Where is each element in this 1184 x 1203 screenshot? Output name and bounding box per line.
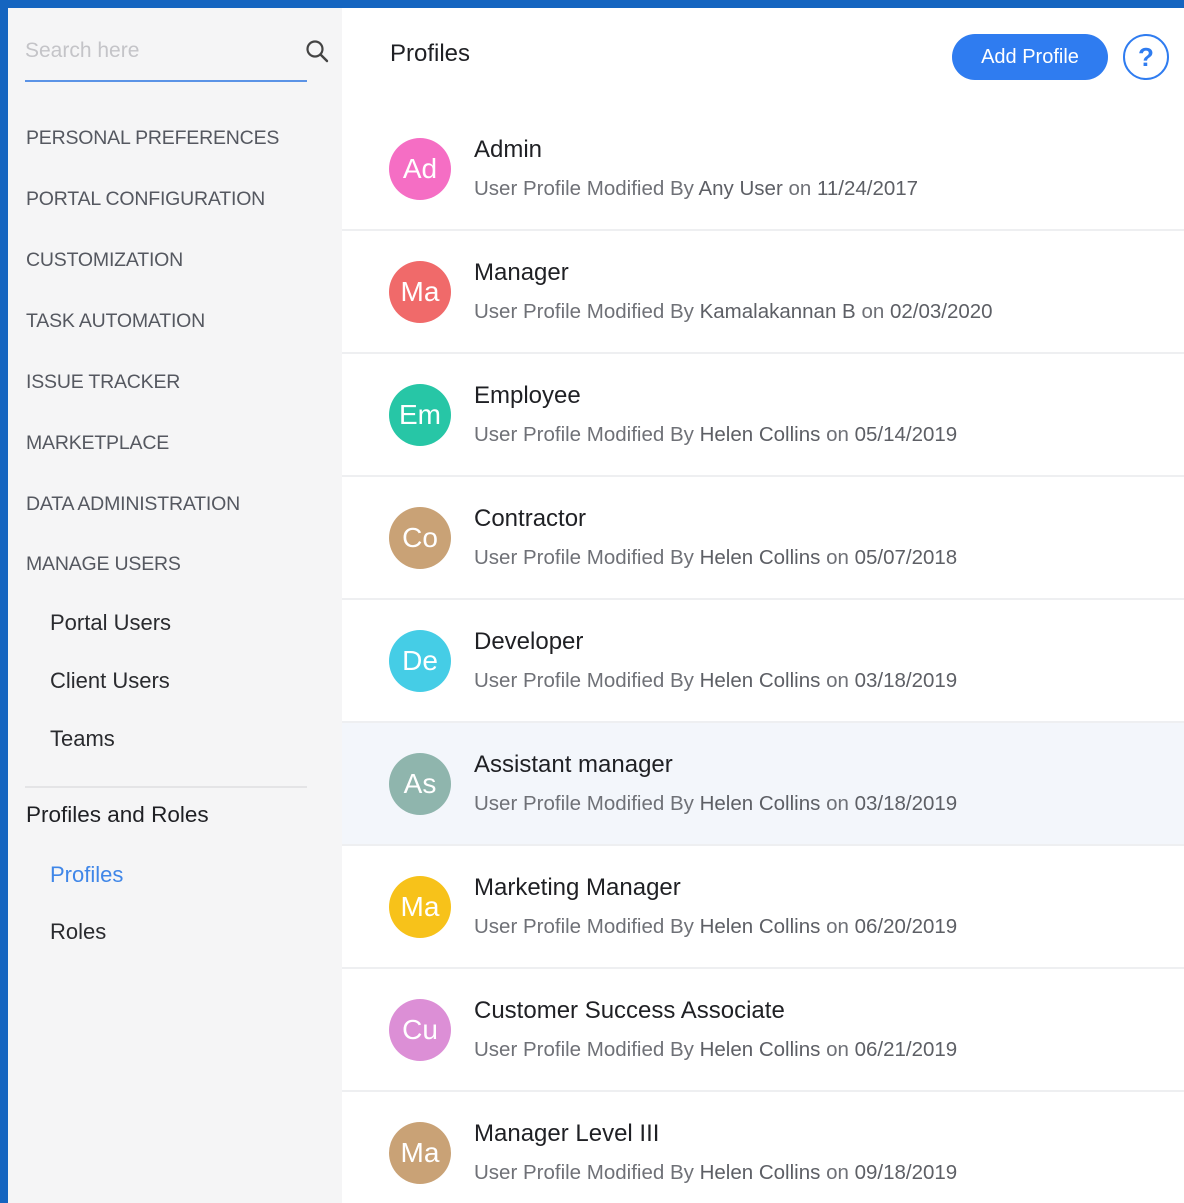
avatar: Em <box>389 384 451 446</box>
meta-user: Any User <box>698 177 783 200</box>
profile-name[interactable]: Customer Success Associate <box>474 997 785 1025</box>
meta-prefix: User Profile Modified By <box>474 792 694 815</box>
profile-meta: User Profile Modified By Helen Collins o… <box>474 1161 957 1185</box>
meta-on: on <box>861 300 885 323</box>
search-box <box>25 32 307 82</box>
profile-meta: User Profile Modified By Helen Collins o… <box>474 546 957 570</box>
nav-client-users[interactable]: Client Users <box>50 668 170 694</box>
meta-user: Helen Collins <box>699 1038 821 1061</box>
profile-row[interactable]: Ma Marketing Manager User Profile Modified… <box>342 846 1184 969</box>
avatar: Ma <box>389 1122 451 1184</box>
meta-date: 06/21/2019 <box>854 1038 958 1061</box>
meta-on: on <box>826 423 849 446</box>
search-input[interactable] <box>25 32 285 70</box>
profile-row[interactable]: De Developer User Profile Modified By Hele… <box>342 600 1184 723</box>
sidebar: PERSONAL PREFERENCES PORTAL CONFIGURATIO… <box>8 8 342 1203</box>
page-title: Profiles <box>390 40 471 67</box>
profile-row[interactable]: Em Employee User Profile Modified By Helen… <box>342 354 1184 477</box>
profile-row[interactable]: Ad Admin User Profile Modified By Any User… <box>342 108 1184 231</box>
main-panel: Profiles Add Profile ? Ad Admin User Profi… <box>342 8 1184 1203</box>
meta-user: Helen Collins <box>699 546 821 569</box>
profile-name[interactable]: Developer <box>474 628 583 656</box>
meta-user: Helen Collins <box>699 669 821 692</box>
meta-prefix: User Profile Modified By <box>474 915 694 938</box>
profile-name[interactable]: Admin <box>474 136 542 164</box>
profile-meta: User Profile Modified By Helen Collins o… <box>474 792 957 816</box>
search-icon[interactable] <box>304 38 330 64</box>
nav-customization[interactable]: CUSTOMIZATION <box>26 249 183 272</box>
profile-name[interactable]: Assistant manager <box>474 751 673 779</box>
profile-meta: User Profile Modified By Helen Collins o… <box>474 1038 957 1062</box>
profile-meta: User Profile Modified By Any User on 11/… <box>474 177 918 201</box>
profile-name[interactable]: Employee <box>474 382 581 410</box>
meta-user: Helen Collins <box>699 1161 821 1184</box>
nav-teams[interactable]: Teams <box>50 726 115 752</box>
profile-meta: User Profile Modified By Kamalakannan B … <box>474 300 993 324</box>
nav-personal-preferences[interactable]: PERSONAL PREFERENCES <box>26 127 279 150</box>
avatar: As <box>389 753 451 815</box>
nav-profiles-and-roles[interactable]: Profiles and Roles <box>26 802 209 828</box>
add-profile-button[interactable]: Add Profile <box>952 34 1108 80</box>
meta-date: 02/03/2020 <box>889 300 993 323</box>
profile-name[interactable]: Contractor <box>474 505 586 533</box>
meta-prefix: User Profile Modified By <box>474 423 694 446</box>
meta-user: Kamalakannan B <box>699 300 856 323</box>
meta-date: 03/18/2019 <box>854 792 958 815</box>
meta-prefix: User Profile Modified By <box>474 1161 694 1184</box>
meta-prefix: User Profile Modified By <box>474 669 694 692</box>
meta-on: on <box>826 915 849 938</box>
meta-prefix: User Profile Modified By <box>474 546 694 569</box>
profile-row[interactable]: Ma Manager Level III User Profile Modified… <box>342 1092 1184 1203</box>
profile-meta: User Profile Modified By Helen Collins o… <box>474 423 957 447</box>
meta-prefix: User Profile Modified By <box>474 1038 694 1061</box>
meta-date: 11/24/2017 <box>817 177 919 200</box>
avatar: Ma <box>389 261 451 323</box>
meta-prefix: User Profile Modified By <box>474 300 694 323</box>
avatar: Ma <box>389 876 451 938</box>
meta-user: Helen Collins <box>699 915 821 938</box>
avatar: Ad <box>389 138 451 200</box>
meta-user: Helen Collins <box>699 792 821 815</box>
profile-row[interactable]: As Assistant manager User Profile Modified… <box>342 723 1184 846</box>
nav-portal-users[interactable]: Portal Users <box>50 610 171 636</box>
profile-list: Ad Admin User Profile Modified By Any User… <box>342 108 1184 1203</box>
meta-on: on <box>826 1038 849 1061</box>
profile-meta: User Profile Modified By Helen Collins o… <box>474 669 957 693</box>
meta-date: 03/18/2019 <box>854 669 958 692</box>
profile-row[interactable]: Ma Manager User Profile Modified By Kamala… <box>342 231 1184 354</box>
nav-marketplace[interactable]: MARKETPLACE <box>26 432 169 455</box>
meta-on: on <box>826 792 849 815</box>
nav-roles[interactable]: Roles <box>50 919 106 945</box>
avatar: De <box>389 630 451 692</box>
profile-name[interactable]: Manager Level III <box>474 1120 659 1148</box>
meta-on: on <box>788 177 812 200</box>
profile-name[interactable]: Marketing Manager <box>474 874 681 902</box>
meta-date: 06/20/2019 <box>854 915 958 938</box>
nav-profiles[interactable]: Profiles <box>50 862 123 888</box>
nav-task-automation[interactable]: TASK AUTOMATION <box>26 310 205 333</box>
meta-on: on <box>826 1161 849 1184</box>
nav-data-administration[interactable]: DATA ADMINISTRATION <box>26 493 240 516</box>
sidebar-divider <box>25 786 307 788</box>
help-icon[interactable]: ? <box>1123 34 1169 80</box>
profile-row[interactable]: Co Contractor User Profile Modified By Hel… <box>342 477 1184 600</box>
profile-name[interactable]: Manager <box>474 259 569 287</box>
meta-prefix: User Profile Modified By <box>474 177 694 200</box>
meta-date: 05/07/2018 <box>854 546 958 569</box>
meta-date: 09/18/2019 <box>854 1161 958 1184</box>
nav-portal-configuration[interactable]: PORTAL CONFIGURATION <box>26 188 265 211</box>
profile-row[interactable]: Cu Customer Success Associate User Profile… <box>342 969 1184 1092</box>
profile-meta: User Profile Modified By Helen Collins o… <box>474 915 957 939</box>
meta-date: 05/14/2019 <box>854 423 958 446</box>
avatar: Co <box>389 507 451 569</box>
meta-on: on <box>826 546 849 569</box>
nav-issue-tracker[interactable]: ISSUE TRACKER <box>26 371 180 394</box>
app-frame: PERSONAL PREFERENCES PORTAL CONFIGURATIO… <box>8 8 1184 1203</box>
meta-user: Helen Collins <box>699 423 821 446</box>
nav-manage-users[interactable]: MANAGE USERS <box>26 553 181 576</box>
meta-on: on <box>826 669 849 692</box>
avatar: Cu <box>389 999 451 1061</box>
